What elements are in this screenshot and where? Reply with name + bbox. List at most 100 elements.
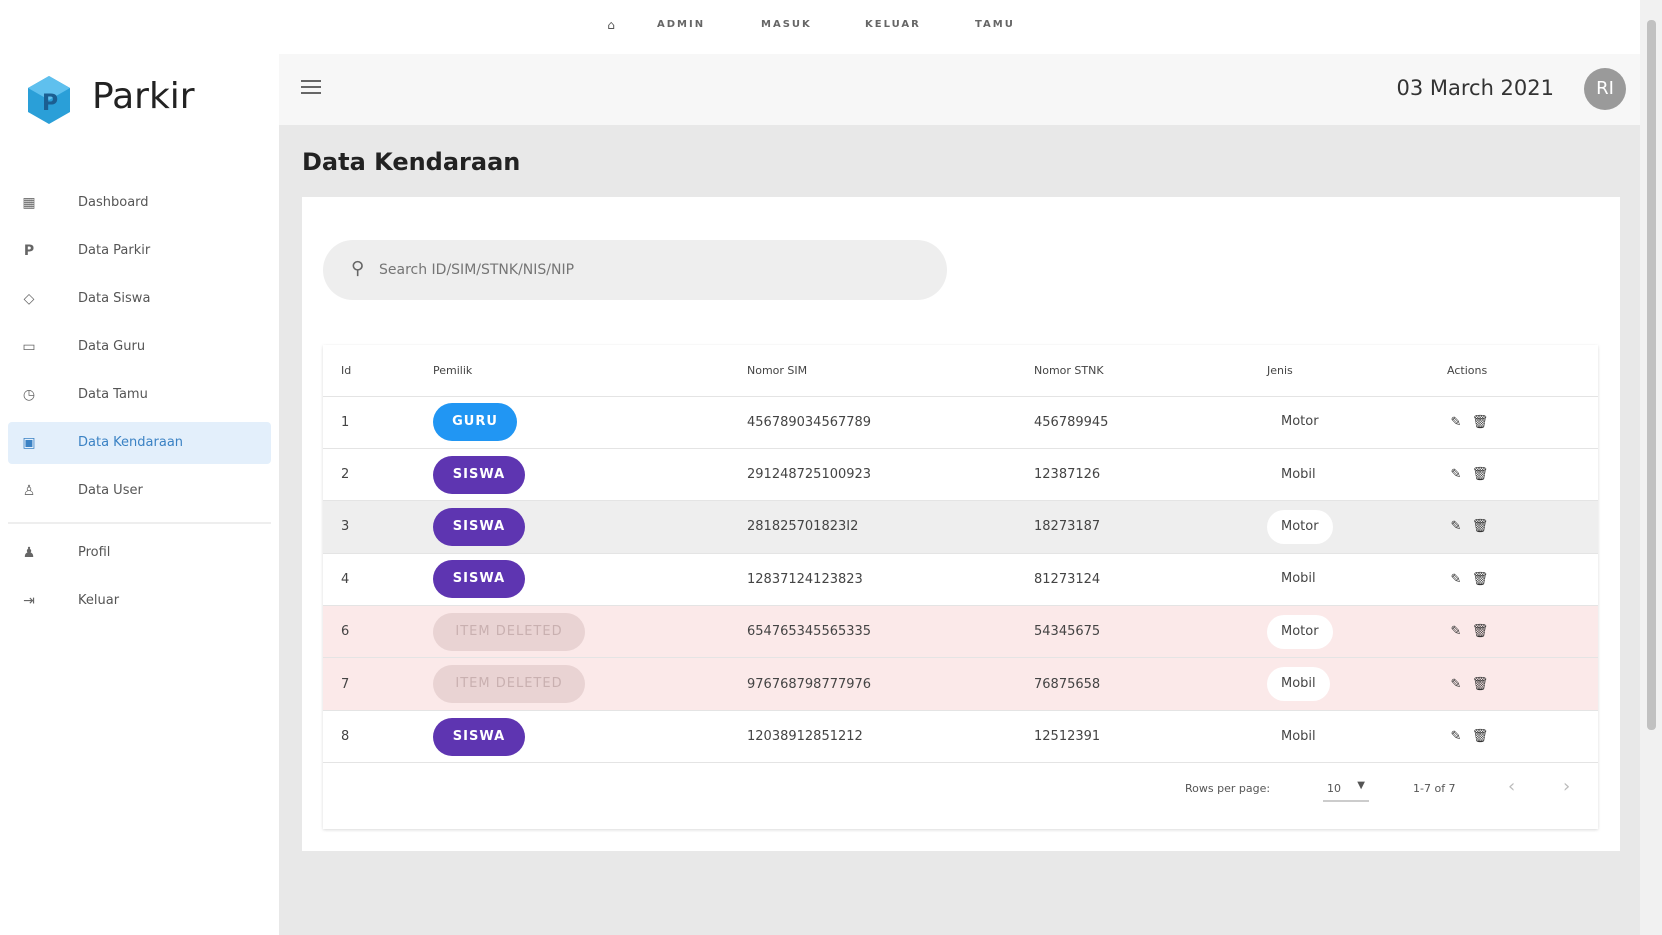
cell-id: 7 [323, 657, 433, 711]
current-date: 03 March 2021 [1396, 76, 1554, 100]
sidebar-divider [8, 522, 271, 524]
car-icon: ▣ [22, 435, 36, 451]
vehicle-table: Id Pemilik Nomor SIM Nomor STNK Jenis Ac… [323, 345, 1598, 829]
sidebar-item-label: Profil [78, 545, 111, 560]
sidebar-item-data-kendaraan[interactable]: ▣ Data Kendaraan [8, 422, 271, 464]
cell-nomor-sim: 654765345565335 [747, 605, 1034, 659]
pencil-icon[interactable]: ✎ [1447, 415, 1465, 430]
trash-icon[interactable]: 🗑 [1471, 729, 1489, 744]
chevron-left-icon[interactable]: ‹ [1508, 776, 1515, 797]
sidebar-item-data-guru[interactable]: ▭ Data Guru [8, 326, 271, 368]
rows-per-page-select[interactable]: 10 ▼ [1323, 776, 1369, 802]
parking-icon: P [23, 243, 35, 259]
trash-icon[interactable]: 🗑 [1471, 415, 1489, 430]
column-header-nomor-sim[interactable]: Nomor SIM [747, 345, 1034, 397]
column-header-actions: Actions [1447, 345, 1598, 397]
table-row[interactable]: 7 ITEM DELETED 976768798777976 76875658 … [323, 657, 1598, 711]
chevron-right-icon[interactable]: › [1563, 776, 1570, 797]
pencil-icon[interactable]: ✎ [1447, 729, 1465, 744]
cell-nomor-stnk: 81273124 [1034, 553, 1267, 607]
sidebar-item-label: Data Tamu [78, 387, 148, 402]
cell-jenis: Mobil [1267, 667, 1330, 702]
sidebar-item-label: Data Guru [78, 339, 146, 354]
column-header-jenis[interactable]: Jenis [1267, 345, 1447, 397]
trash-icon[interactable]: 🗑 [1471, 677, 1489, 692]
cell-jenis: Motor [1267, 509, 1333, 544]
nav-masuk[interactable]: MASUK [761, 19, 812, 30]
rows-per-page-label: Rows per page: [1185, 782, 1271, 795]
sidebar-item-data-parkir[interactable]: P Data Parkir [8, 230, 271, 272]
table-row[interactable]: 4 SISWA 12837124123823 81273124 Mobil ✎ 🗑 [323, 553, 1598, 607]
sidebar: P Parkir ▦ Dashboard P Data Parkir ◇ Dat… [0, 54, 279, 935]
cell-nomor-sim: 12038912851212 [747, 710, 1034, 764]
parkir-logo: P [28, 76, 70, 124]
sidebar-item-data-siswa[interactable]: ◇ Data Siswa [8, 278, 271, 320]
cell-nomor-sim: 291248725100923 [747, 448, 1034, 502]
cell-nomor-sim: 12837124123823 [747, 553, 1034, 607]
search-icon: ⚲ [351, 258, 365, 279]
nav-tamu[interactable]: TAMU [975, 19, 1015, 30]
table-row[interactable]: 6 ITEM DELETED 654765345565335 54345675 … [323, 605, 1598, 659]
nav-keluar[interactable]: KELUAR [865, 19, 921, 30]
sidebar-item-dashboard[interactable]: ▦ Dashboard [8, 182, 271, 224]
logout-icon: ⇥ [23, 593, 35, 609]
pencil-icon[interactable]: ✎ [1447, 677, 1465, 692]
home-icon[interactable]: ⌂ [604, 18, 618, 32]
trash-icon[interactable]: 🗑 [1471, 467, 1489, 482]
column-header-nomor-stnk[interactable]: Nomor STNK [1034, 345, 1267, 397]
pagination-range: 1-7 of 7 [1413, 782, 1456, 795]
sidebar-item-data-tamu[interactable]: ◷ Data Tamu [8, 374, 271, 416]
sidebar-item-label: Data Kendaraan [78, 435, 184, 450]
app-bar: 03 March 2021 RI [279, 54, 1640, 125]
owner-chip-siswa: SISWA [433, 507, 525, 546]
table-row[interactable]: 8 SISWA 12038912851212 12512391 Mobil ✎ 🗑 [323, 710, 1598, 764]
cell-nomor-stnk: 54345675 [1034, 605, 1267, 659]
column-header-pemilik[interactable]: Pemilik [433, 345, 747, 397]
sidebar-item-label: Keluar [78, 593, 120, 608]
trash-icon[interactable]: 🗑 [1471, 519, 1489, 534]
cell-jenis: Motor [1267, 614, 1333, 649]
column-header-id[interactable]: Id [323, 345, 433, 397]
pencil-icon[interactable]: ✎ [1447, 572, 1465, 587]
search-input[interactable] [379, 258, 919, 282]
sidebar-item-label: Data User [78, 483, 143, 498]
pencil-icon[interactable]: ✎ [1447, 624, 1465, 639]
table-row[interactable]: 3 SISWA 281825701823I2 18273187 Motor ✎ 🗑 [323, 500, 1598, 554]
pencil-icon[interactable]: ✎ [1447, 467, 1465, 482]
cell-jenis: Motor [1281, 414, 1319, 430]
cell-nomor-stnk: 12387126 [1034, 448, 1267, 502]
search-bar: ⚲ [323, 240, 947, 300]
page-title: Data Kendaraan [302, 148, 521, 176]
sidebar-item-profil[interactable]: ♟ Profil [8, 532, 271, 574]
owner-chip-deleted: ITEM DELETED [433, 612, 585, 651]
table-row[interactable]: 1 GURU 456789034567789 456789945 Motor ✎… [323, 396, 1598, 449]
cell-id: 2 [323, 448, 433, 502]
owner-chip-siswa: SISWA [433, 717, 525, 756]
pencil-icon[interactable]: ✎ [1447, 519, 1465, 534]
cell-nomor-stnk: 12512391 [1034, 710, 1267, 764]
page-scrollbar[interactable] [1640, 0, 1662, 935]
sidebar-item-data-user[interactable]: ♙ Data User [8, 470, 271, 512]
dashboard-icon: ▦ [22, 195, 36, 211]
cell-jenis: Mobil [1281, 571, 1316, 587]
top-navigation: ⌂ ADMIN MASUK KELUAR TAMU [0, 0, 1640, 54]
graduation-cap-icon: ◇ [23, 291, 35, 307]
hamburger-menu-icon[interactable] [301, 80, 321, 96]
nav-admin[interactable]: ADMIN [657, 19, 705, 30]
scrollbar-thumb[interactable] [1647, 20, 1656, 730]
teacher-icon: ▭ [22, 339, 36, 355]
cell-id: 4 [323, 553, 433, 607]
sidebar-item-label: Data Siswa [78, 291, 151, 306]
trash-icon[interactable]: 🗑 [1471, 572, 1489, 587]
avatar[interactable]: RI [1584, 68, 1626, 110]
owner-chip-siswa: SISWA [433, 560, 525, 599]
table-row[interactable]: 2 SISWA 291248725100923 12387126 Mobil ✎… [323, 448, 1598, 502]
sidebar-item-keluar[interactable]: ⇥ Keluar [8, 580, 271, 622]
cell-nomor-stnk: 76875658 [1034, 657, 1267, 711]
cell-nomor-stnk: 456789945 [1034, 396, 1267, 449]
rows-per-page-value: 10 [1327, 782, 1341, 795]
cell-nomor-sim: 281825701823I2 [747, 500, 1034, 554]
cell-jenis: Mobil [1281, 728, 1316, 744]
main-content: 03 March 2021 RI Data Kendaraan ⚲ Id Pem… [279, 54, 1640, 935]
trash-icon[interactable]: 🗑 [1471, 624, 1489, 639]
